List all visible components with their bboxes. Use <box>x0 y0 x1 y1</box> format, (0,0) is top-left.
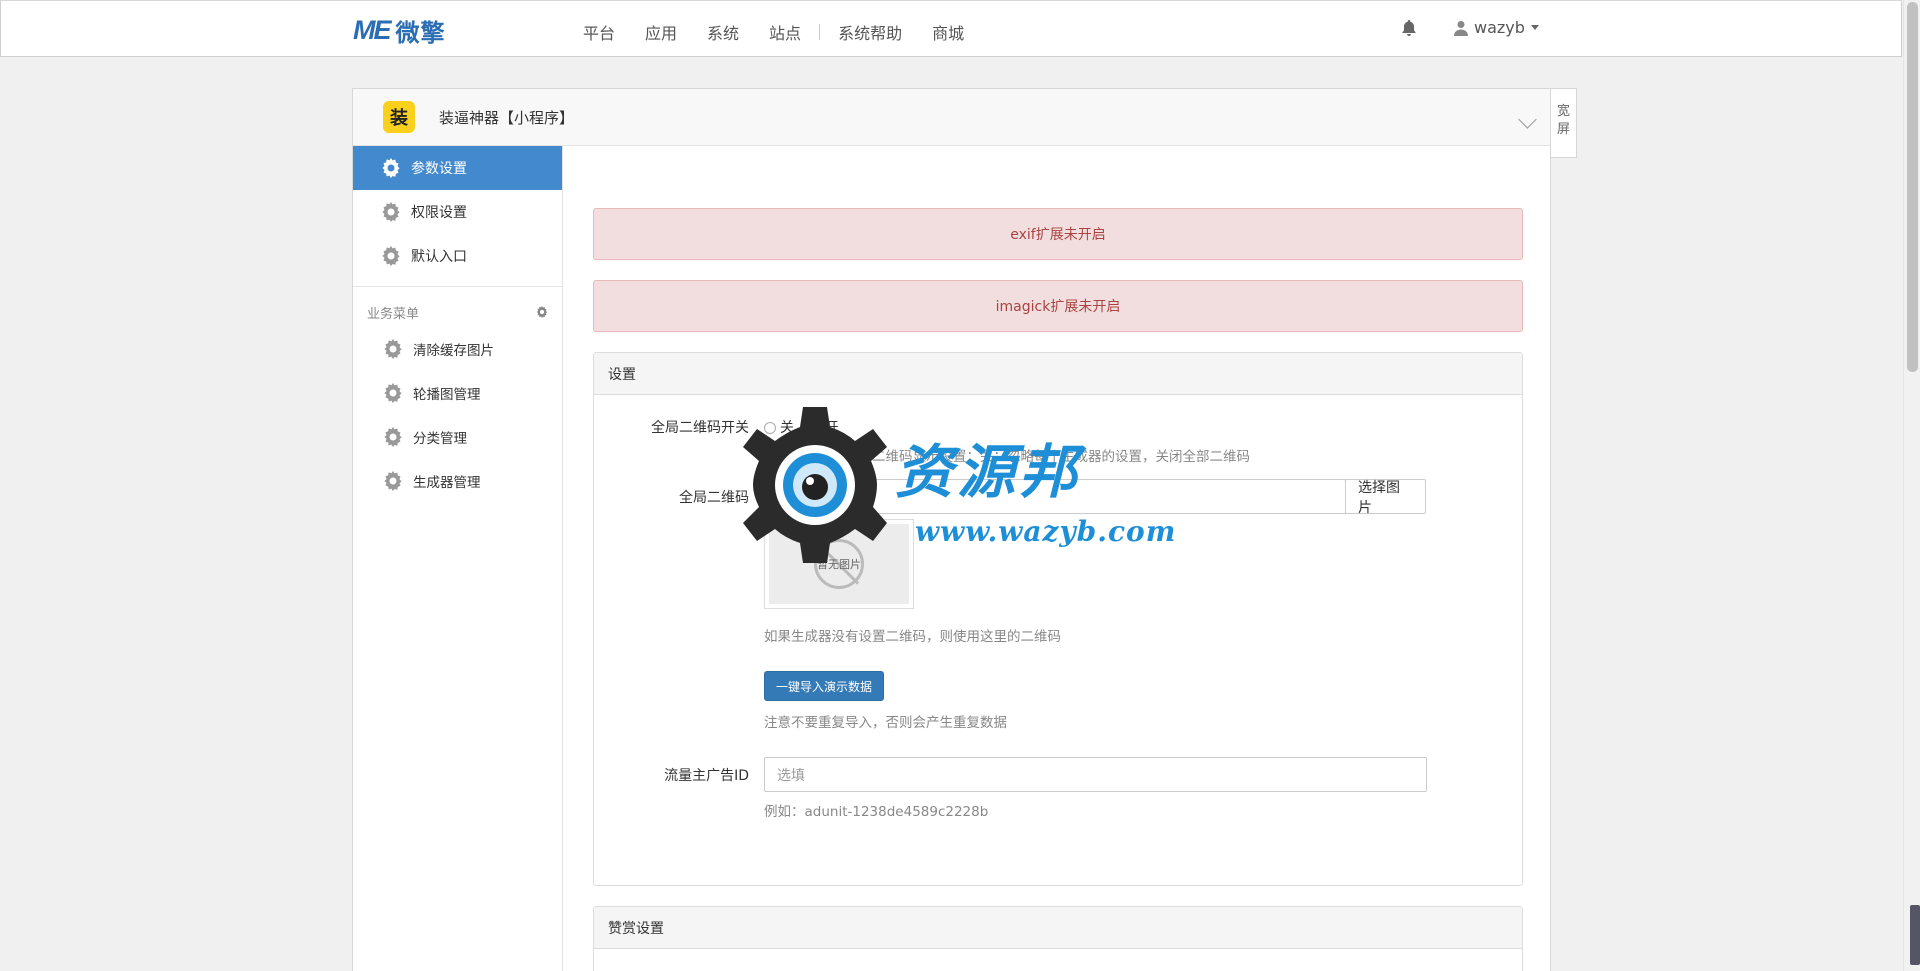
settings-section: 设置 全局二维码开关 关 开 开：按照生成器的二维码显示设置；关：忽略每个生成器… <box>593 352 1523 886</box>
qr-switch-help: 开：按照生成器的二维码显示设置；关：忽略每个生成器的设置，关闭全部二维码 <box>764 449 1250 465</box>
qr-label: 全局二维码 <box>679 490 749 506</box>
settings-section-title: 设置 <box>594 353 1522 395</box>
sidebar: 参数设置 权限设置 默认入口 业务菜单 清除缓存图片 轮播图管理 分类管理 生成… <box>353 146 563 971</box>
sidebar-item-label: 生成器管理 <box>413 475 481 491</box>
wide-screen-toggle[interactable]: 宽屏 <box>1551 88 1577 158</box>
alert-imagick: imagick扩展未开启 <box>593 280 1523 332</box>
business-menu-group: 业务菜单 清除缓存图片 轮播图管理 分类管理 生成器管理 <box>353 286 562 503</box>
bell-icon[interactable] <box>1401 19 1417 39</box>
sidebar-item-clear-cache[interactable]: 清除缓存图片 <box>353 327 562 371</box>
chevron-down-icon <box>1530 25 1539 30</box>
reward-section: 赞赏设置 <box>593 906 1523 971</box>
gear-icon <box>382 246 400 266</box>
main-nav: 平台 应用 系统 站点 系统帮助 商城 <box>583 20 994 44</box>
nav-site[interactable]: 站点 <box>769 20 801 44</box>
qr-switch-row: 全局二维码开关 关 开 开：按照生成器的二维码显示设置；关：忽略每个生成器的设置… <box>594 415 1522 475</box>
sidebar-item-label: 参数设置 <box>411 161 467 177</box>
sidebar-item-label: 默认入口 <box>411 249 467 265</box>
gear-icon <box>384 471 402 491</box>
business-menu-header: 业务菜单 <box>353 297 562 327</box>
ad-id-row: 流量主广告ID 选填 例如：adunit-1238de4589c2228b <box>594 745 1522 835</box>
wide-screen-label: 宽屏 <box>1556 104 1570 137</box>
gear-icon <box>382 202 400 222</box>
app-panel: 装 装逼神器【小程序】 参数设置 权限设置 默认入口 业务菜单 清除缓存图片 轮… <box>352 88 1551 971</box>
sidebar-item-permissions[interactable]: 权限设置 <box>353 190 562 234</box>
logo[interactable]: ME 微擎 <box>353 14 446 47</box>
vertical-scrollbar[interactable] <box>1903 0 1920 971</box>
no-image-text: 暂无图片 <box>817 558 861 571</box>
settings-form: 全局二维码开关 关 开 开：按照生成器的二维码显示设置；关：忽略每个生成器的设置… <box>594 395 1522 855</box>
no-image-placeholder: 暂无图片 <box>769 524 909 604</box>
nav-store[interactable]: 商城 <box>932 20 964 44</box>
gear-icon <box>384 339 402 359</box>
radio-qr-off-label: 关 <box>780 420 794 436</box>
alert-text: imagick扩展未开启 <box>995 299 1121 315</box>
side-widget[interactable] <box>1910 905 1920 965</box>
radio-qr-on-label: 开 <box>824 420 839 436</box>
nav-divider <box>819 24 821 40</box>
radio-qr-on[interactable] <box>808 422 821 434</box>
nav-apps[interactable]: 应用 <box>645 20 677 44</box>
qr-help-row: 如果生成器没有设置二维码，则使用这里的二维码 <box>594 625 1522 659</box>
sidebar-item-generators[interactable]: 生成器管理 <box>353 459 562 503</box>
ad-id-input[interactable]: 选填 <box>764 757 1427 792</box>
logo-mark: ME <box>353 14 391 45</box>
top-navbar: ME 微擎 平台 应用 系统 站点 系统帮助 商城 wazyb <box>0 0 1902 57</box>
alert-text: exif扩展未开启 <box>1010 227 1106 243</box>
reward-section-title: 赞赏设置 <box>594 907 1522 949</box>
sidebar-item-label: 轮播图管理 <box>413 387 481 403</box>
main-content: exif扩展未开启 imagick扩展未开启 设置 全局二维码开关 关 开 开：… <box>593 146 1523 971</box>
business-menu-title: 业务菜单 <box>367 306 420 322</box>
qr-switch-label: 全局二维码开关 <box>651 420 749 436</box>
sidebar-item-label: 分类管理 <box>413 431 467 447</box>
nav-system-help[interactable]: 系统帮助 <box>838 20 902 44</box>
import-demo-data-button[interactable]: 一键导入演示数据 <box>764 671 885 701</box>
username: wazyb <box>1474 18 1525 37</box>
qr-image-row: 全局二维码 选择图片 暂无图片 <box>594 475 1522 625</box>
gear-icon[interactable] <box>536 306 548 318</box>
app-header: 装 装逼神器【小程序】 <box>353 89 1550 146</box>
app-icon-text: 装 <box>390 108 408 129</box>
radio-qr-off[interactable] <box>764 422 776 434</box>
nav-system[interactable]: 系统 <box>707 20 739 44</box>
qr-image-input[interactable] <box>764 479 1346 514</box>
scrollbar-thumb[interactable] <box>1907 2 1918 372</box>
nav-platform[interactable]: 平台 <box>583 20 615 44</box>
sidebar-item-label: 权限设置 <box>411 205 467 221</box>
import-row: 一键导入演示数据 注意不要重复导入，否则会产生重复数据 <box>594 659 1522 745</box>
sidebar-item-carousel[interactable]: 轮播图管理 <box>353 371 562 415</box>
sidebar-item-categories[interactable]: 分类管理 <box>353 415 562 459</box>
gear-icon <box>384 427 402 447</box>
qr-image-preview: 暂无图片 <box>764 519 914 609</box>
app-title: 装逼神器【小程序】 <box>439 108 575 127</box>
user-menu[interactable]: wazyb <box>1454 18 1539 37</box>
ad-id-help: 例如：adunit-1238de4589c2228b <box>764 804 989 820</box>
gear-icon <box>382 158 400 178</box>
logo-text: 微擎 <box>395 18 446 47</box>
ad-id-label: 流量主广告ID <box>664 768 749 784</box>
sidebar-item-label: 清除缓存图片 <box>413 343 494 359</box>
import-help: 注意不要重复导入，否则会产生重复数据 <box>764 715 1007 731</box>
gear-icon <box>384 383 402 403</box>
user-icon <box>1454 20 1468 36</box>
app-icon: 装 <box>383 101 415 133</box>
sidebar-item-params[interactable]: 参数设置 <box>353 146 562 190</box>
alert-exif: exif扩展未开启 <box>593 208 1523 260</box>
select-image-button[interactable]: 选择图片 <box>1345 479 1426 516</box>
qr-help: 如果生成器没有设置二维码，则使用这里的二维码 <box>764 629 1061 645</box>
sidebar-item-default-entry[interactable]: 默认入口 <box>353 234 562 278</box>
chevron-down-icon[interactable] <box>1518 110 1537 129</box>
